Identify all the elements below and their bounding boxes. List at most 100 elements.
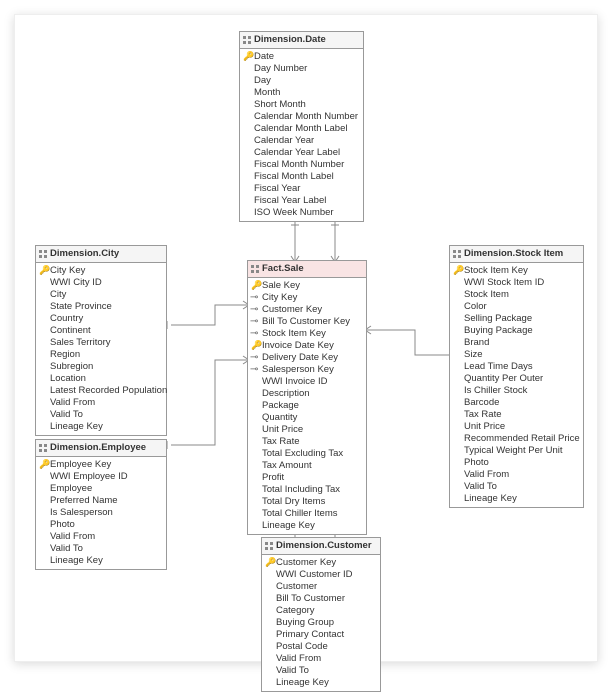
column-row[interactable]: Valid To: [36, 543, 166, 555]
table-fact-sale[interactable]: Fact.Sale 🔑Sale Key⊸City Key⊸Customer Ke…: [247, 260, 367, 535]
column-row[interactable]: Is Chiller Stock: [450, 385, 583, 397]
column-row[interactable]: Valid To: [36, 409, 166, 421]
column-row[interactable]: Bill To Customer: [262, 593, 380, 605]
column-name: Stock Item Key: [464, 265, 528, 276]
column-row[interactable]: Lineage Key: [248, 520, 366, 532]
column-row[interactable]: Photo: [36, 519, 166, 531]
column-row[interactable]: ⊸Bill To Customer Key: [248, 316, 366, 328]
column-row[interactable]: ⊸Delivery Date Key: [248, 352, 366, 364]
column-row[interactable]: Country: [36, 313, 166, 325]
column-row[interactable]: Valid From: [36, 531, 166, 543]
column-row[interactable]: 🔑Invoice Date Key: [248, 340, 366, 352]
column-row[interactable]: Tax Amount: [248, 460, 366, 472]
column-row[interactable]: Selling Package: [450, 313, 583, 325]
column-row[interactable]: Unit Price: [248, 424, 366, 436]
column-row[interactable]: Total Chiller Items: [248, 508, 366, 520]
column-row[interactable]: Total Excluding Tax: [248, 448, 366, 460]
column-row[interactable]: Valid To: [450, 481, 583, 493]
column-row[interactable]: Buying Package: [450, 325, 583, 337]
table-dimension-date[interactable]: Dimension.Date 🔑DateDay NumberDayMonthSh…: [239, 31, 364, 222]
column-row[interactable]: 🔑City Key: [36, 265, 166, 277]
column-row[interactable]: Month: [240, 87, 363, 99]
column-row[interactable]: ⊸Customer Key: [248, 304, 366, 316]
column-row[interactable]: Valid From: [450, 469, 583, 481]
column-row[interactable]: Sales Territory: [36, 337, 166, 349]
column-row[interactable]: Category: [262, 605, 380, 617]
column-row[interactable]: Customer: [262, 581, 380, 593]
column-row[interactable]: Is Salesperson: [36, 507, 166, 519]
column-row[interactable]: Continent: [36, 325, 166, 337]
table-dimension-customer[interactable]: Dimension.Customer 🔑Customer KeyWWI Cust…: [261, 537, 381, 692]
column-row[interactable]: Fiscal Month Number: [240, 159, 363, 171]
column-row[interactable]: Lead Time Days: [450, 361, 583, 373]
column-row[interactable]: Latest Recorded Population: [36, 385, 166, 397]
column-row[interactable]: ISO Week Number: [240, 207, 363, 219]
table-dimension-city[interactable]: Dimension.City 🔑City KeyWWI City IDCityS…: [35, 245, 167, 436]
column-row[interactable]: Total Including Tax: [248, 484, 366, 496]
column-row[interactable]: Calendar Month Label: [240, 123, 363, 135]
column-row[interactable]: WWI Customer ID: [262, 569, 380, 581]
column-row[interactable]: State Province: [36, 301, 166, 313]
column-name: Lineage Key: [50, 555, 103, 566]
column-row[interactable]: Primary Contact: [262, 629, 380, 641]
column-row[interactable]: Description: [248, 388, 366, 400]
column-row[interactable]: Lineage Key: [262, 677, 380, 689]
column-row[interactable]: Buying Group: [262, 617, 380, 629]
column-row[interactable]: Day Number: [240, 63, 363, 75]
column-row[interactable]: WWI Invoice ID: [248, 376, 366, 388]
column-row[interactable]: Stock Item: [450, 289, 583, 301]
column-row[interactable]: Valid From: [262, 653, 380, 665]
column-row[interactable]: 🔑Date: [240, 51, 363, 63]
table-icon: [265, 542, 273, 550]
column-row[interactable]: Recommended Retail Price: [450, 433, 583, 445]
column-row[interactable]: Postal Code: [262, 641, 380, 653]
column-row[interactable]: Total Dry Items: [248, 496, 366, 508]
column-row[interactable]: 🔑Customer Key: [262, 557, 380, 569]
column-row[interactable]: Unit Price: [450, 421, 583, 433]
column-row[interactable]: Valid From: [36, 397, 166, 409]
column-row[interactable]: Valid To: [262, 665, 380, 677]
column-row[interactable]: Region: [36, 349, 166, 361]
column-row[interactable]: Location: [36, 373, 166, 385]
column-row[interactable]: Quantity: [248, 412, 366, 424]
column-row[interactable]: WWI City ID: [36, 277, 166, 289]
column-row[interactable]: Package: [248, 400, 366, 412]
column-row[interactable]: WWI Stock Item ID: [450, 277, 583, 289]
column-row[interactable]: Subregion: [36, 361, 166, 373]
column-row[interactable]: Lineage Key: [36, 421, 166, 433]
column-row[interactable]: ⊸City Key: [248, 292, 366, 304]
column-row[interactable]: Employee: [36, 483, 166, 495]
column-row[interactable]: Preferred Name: [36, 495, 166, 507]
column-row[interactable]: Calendar Year Label: [240, 147, 363, 159]
column-row[interactable]: 🔑Stock Item Key: [450, 265, 583, 277]
column-row[interactable]: Calendar Year: [240, 135, 363, 147]
table-dimension-stock-item[interactable]: Dimension.Stock Item 🔑Stock Item KeyWWI …: [449, 245, 584, 508]
column-row[interactable]: Quantity Per Outer: [450, 373, 583, 385]
column-row[interactable]: Profit: [248, 472, 366, 484]
column-row[interactable]: Fiscal Year Label: [240, 195, 363, 207]
column-row[interactable]: 🔑Sale Key: [248, 280, 366, 292]
column-row[interactable]: Photo: [450, 457, 583, 469]
column-row[interactable]: Day: [240, 75, 363, 87]
column-row[interactable]: Short Month: [240, 99, 363, 111]
column-row[interactable]: 🔑Employee Key: [36, 459, 166, 471]
table-dimension-employee[interactable]: Dimension.Employee 🔑Employee KeyWWI Empl…: [35, 439, 167, 570]
column-row[interactable]: Calendar Month Number: [240, 111, 363, 123]
column-row[interactable]: Fiscal Month Label: [240, 171, 363, 183]
column-row[interactable]: Fiscal Year: [240, 183, 363, 195]
column-row[interactable]: Lineage Key: [450, 493, 583, 505]
column-row[interactable]: Typical Weight Per Unit: [450, 445, 583, 457]
column-row[interactable]: WWI Employee ID: [36, 471, 166, 483]
column-row[interactable]: Brand: [450, 337, 583, 349]
column-row[interactable]: Barcode: [450, 397, 583, 409]
primary-key-icon: 🔑: [39, 266, 47, 274]
column-row[interactable]: City: [36, 289, 166, 301]
column-row[interactable]: Tax Rate: [450, 409, 583, 421]
column-row[interactable]: Color: [450, 301, 583, 313]
column-row[interactable]: Size: [450, 349, 583, 361]
column-row[interactable]: Lineage Key: [36, 555, 166, 567]
column-row[interactable]: ⊸Salesperson Key: [248, 364, 366, 376]
column-row[interactable]: ⊸Stock Item Key: [248, 328, 366, 340]
column-row[interactable]: Tax Rate: [248, 436, 366, 448]
column-name: Color: [464, 301, 487, 312]
